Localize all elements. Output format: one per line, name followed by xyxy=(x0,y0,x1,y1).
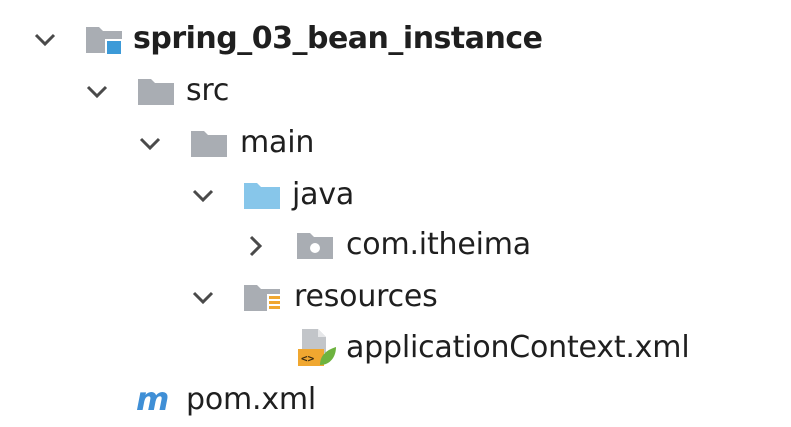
folder-icon xyxy=(189,127,231,161)
tree-node-java[interactable]: java xyxy=(0,170,791,222)
tree-node-main[interactable]: main xyxy=(0,118,791,170)
tree-node-label: applicationContext.xml xyxy=(346,330,690,365)
maven-icon: m xyxy=(134,384,176,418)
chevron-down-icon[interactable] xyxy=(84,80,110,104)
tree-node-label: src xyxy=(186,73,230,108)
chevron-down-icon[interactable] xyxy=(32,28,58,52)
chevron-right-icon[interactable] xyxy=(243,234,269,258)
svg-text:<>: <> xyxy=(301,352,315,365)
tree-node-label: main xyxy=(240,125,315,160)
package-icon xyxy=(295,229,337,263)
chevron-down-icon[interactable] xyxy=(190,286,216,310)
tree-node-label: pom.xml xyxy=(186,382,317,417)
tree-node-label: java xyxy=(292,177,355,212)
chevron-down-icon[interactable] xyxy=(137,132,163,156)
tree-node-package[interactable]: com.itheima xyxy=(0,220,791,272)
source-root-folder-icon xyxy=(242,179,284,213)
module-folder-icon xyxy=(84,23,126,57)
project-tree: spring_03_bean_instance src main java co… xyxy=(0,0,791,427)
folder-icon xyxy=(136,75,178,109)
tree-node-label: com.itheima xyxy=(346,227,531,262)
tree-node-resources[interactable]: resources xyxy=(0,272,791,324)
tree-node-pom[interactable]: m pom.xml xyxy=(0,375,791,427)
tree-node-src[interactable]: src xyxy=(0,66,791,118)
tree-node-application-context[interactable]: <> applicationContext.xml xyxy=(0,323,791,375)
resources-root-folder-icon xyxy=(242,281,284,315)
tree-node-root[interactable]: spring_03_bean_instance xyxy=(0,14,791,66)
tree-node-label: spring_03_bean_instance xyxy=(133,21,543,56)
spring-xml-file-icon: <> xyxy=(296,327,338,369)
svg-text:m: m xyxy=(136,384,169,418)
chevron-down-icon[interactable] xyxy=(190,184,216,208)
tree-node-label: resources xyxy=(294,279,438,314)
